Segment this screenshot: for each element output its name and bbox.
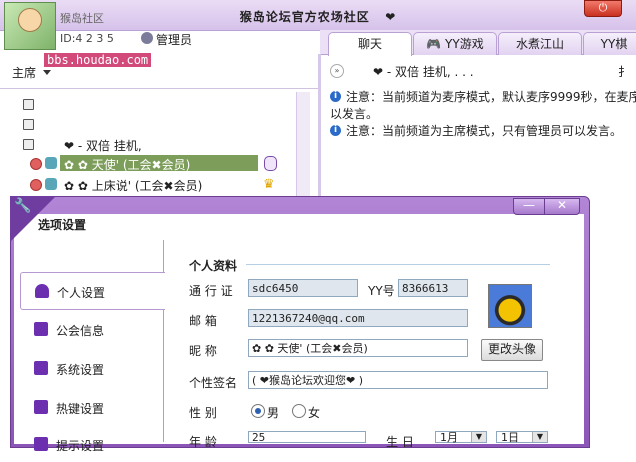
- gender-label: 性 别: [189, 406, 217, 420]
- section-title: 个人资料: [189, 259, 238, 273]
- passport-field: sdc6450: [248, 279, 358, 297]
- tree-row-channel[interactable]: ❤ - 双倍 挂机,: [64, 137, 142, 154]
- tab-yy-games[interactable]: 🎮 YY游戏: [413, 32, 497, 55]
- settings-icon: [34, 361, 48, 375]
- bell-icon: [34, 437, 48, 451]
- info-icon: i: [330, 91, 341, 102]
- profile-avatar: [488, 284, 532, 328]
- power-icon: ⏻: [598, 1, 608, 14]
- nav-notification-settings[interactable]: 提示设置: [20, 426, 164, 462]
- signature-input[interactable]: ( ❤猴岛论坛欢迎您❤ ): [248, 371, 548, 389]
- announce-icon[interactable]: 扌: [618, 63, 630, 80]
- yy-number-label: YY号: [368, 284, 395, 298]
- host-mode-dropdown[interactable]: 主席: [12, 64, 36, 81]
- tree-scrollbar[interactable]: [296, 92, 310, 200]
- tree-row-user: ✿ ✿ 天使' (工会✖会员): [64, 158, 191, 172]
- tab-chat[interactable]: 聊天: [328, 32, 412, 56]
- nav-guild-info[interactable]: 公会信息: [20, 311, 164, 347]
- chat-message: 注意：当前频道为主席模式，只有管理员可以发言。: [346, 124, 623, 138]
- chevron-down-icon: [43, 70, 51, 75]
- power-button[interactable]: ⏻: [584, 0, 622, 17]
- nickname-label: 昵 称: [189, 344, 217, 358]
- tree-row-user[interactable]: ✿ ✿ 上床说' (工会✖会员): [64, 177, 202, 194]
- nav-hotkey-settings[interactable]: 热键设置: [20, 389, 164, 425]
- status-icon: [30, 158, 42, 170]
- mic-icon: [264, 156, 277, 171]
- flag-icon: [34, 322, 48, 336]
- change-avatar-button[interactable]: 更改头像: [481, 339, 543, 361]
- section-divider: [246, 264, 550, 265]
- signature-label: 个性签名: [189, 376, 238, 390]
- gender-male-label: 男: [267, 406, 280, 420]
- nav-personal-settings[interactable]: 个人设置: [20, 272, 165, 310]
- info-icon: i: [330, 125, 341, 136]
- user-icon: [45, 157, 57, 169]
- pane-splitter[interactable]: [318, 54, 321, 202]
- role-label: 管理员: [156, 33, 193, 47]
- gamepad-icon: 🎮: [426, 37, 442, 51]
- channel-name: 猴岛社区: [60, 12, 104, 25]
- birth-month-select[interactable]: 1月 ▼: [435, 431, 487, 444]
- close-button[interactable]: ✕: [544, 198, 580, 215]
- channel-id: ID:4 2 3 5: [60, 32, 114, 45]
- age-label: 年 龄: [189, 435, 217, 449]
- admin-icon: [141, 32, 153, 44]
- tab-shuizhu-jiangshan[interactable]: 水煮江山: [498, 32, 582, 55]
- birth-day-select[interactable]: 1日 ▼: [496, 431, 548, 444]
- avatar: [18, 8, 42, 32]
- minimize-button[interactable]: —: [513, 198, 545, 215]
- birthday-label: 生 日: [386, 435, 414, 449]
- chat-message: 以发言。: [330, 107, 379, 121]
- lock-icon: [23, 99, 34, 110]
- dialog-title: 选项设置: [38, 218, 87, 232]
- lock-icon: [23, 119, 34, 130]
- gender-female-radio[interactable]: [292, 404, 306, 418]
- age-input[interactable]: 25: [248, 431, 366, 444]
- tab-yy-chess[interactable]: YY棋: [583, 32, 636, 55]
- tab-bar: 聊天 🎮 YY游戏 水煮江山 YY棋: [320, 30, 636, 56]
- key-icon: [34, 400, 48, 414]
- crown-icon: ♛: [263, 177, 275, 192]
- chat-message: 注意：当前频道为麦序模式，默认麦序9999秒，在麦序: [346, 90, 636, 104]
- chat-channel-header: ❤ - 双倍 挂机, . . .: [373, 65, 474, 79]
- status-icon: [30, 179, 42, 191]
- person-icon: [35, 284, 49, 298]
- wrench-icon: 🔧: [14, 198, 32, 214]
- collapse-icon[interactable]: [23, 139, 34, 150]
- gender-male-radio[interactable]: [251, 404, 265, 418]
- collapse-icon[interactable]: »: [330, 64, 344, 78]
- yy-number-field: 8366613: [398, 279, 468, 297]
- watermark: bbs.houdao.com: [44, 53, 152, 67]
- email-field: 1221367240@qq.com: [248, 309, 468, 327]
- email-label: 邮 箱: [189, 314, 217, 328]
- gender-female-label: 女: [308, 406, 321, 420]
- nav-system-settings[interactable]: 系统设置: [20, 350, 164, 386]
- nickname-input[interactable]: ✿ ✿ 天使' (工会✖会员): [248, 339, 468, 357]
- passport-label: 通 行 证: [189, 284, 233, 298]
- user-icon: [45, 178, 57, 190]
